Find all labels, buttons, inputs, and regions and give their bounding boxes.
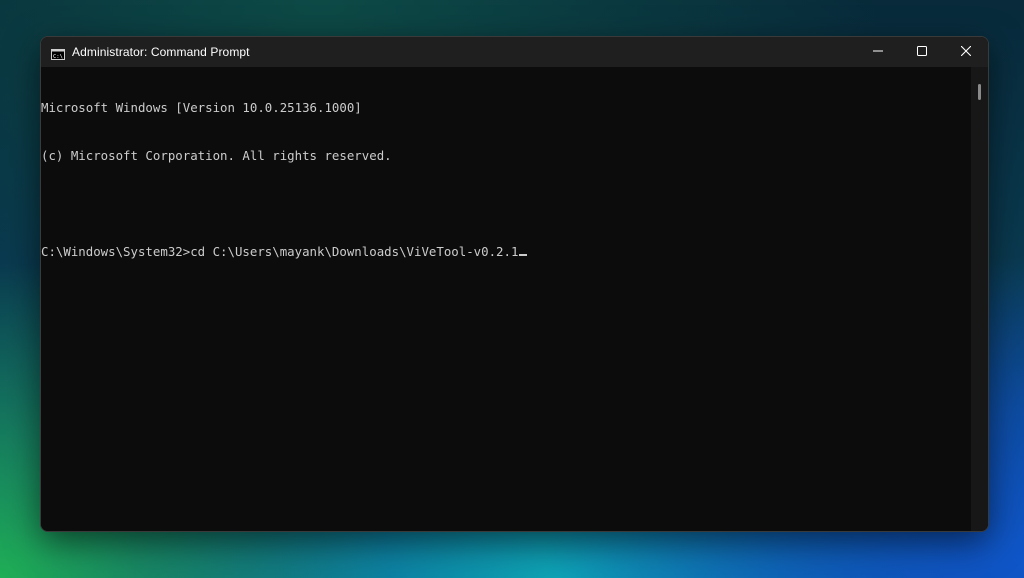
vertical-scrollbar[interactable] — [971, 67, 988, 531]
command-input-text: C:\Windows\System32>cd C:\Users\mayank\D… — [41, 244, 519, 259]
svg-text:C:\: C:\ — [53, 54, 63, 60]
minimize-button[interactable] — [856, 37, 900, 67]
text-cursor — [519, 254, 528, 256]
command-line: C:\Windows\System32>cd C:\Users\mayank\D… — [41, 244, 971, 260]
command-prompt-window: C:\ Administrator: Command Prompt Micros… — [40, 36, 989, 532]
close-button[interactable] — [944, 37, 988, 67]
command-prompt-icon: C:\ — [51, 47, 65, 60]
maximize-button[interactable] — [900, 37, 944, 67]
terminal-line: (c) Microsoft Corporation. All rights re… — [41, 148, 392, 163]
minimize-icon — [873, 43, 883, 61]
window-controls — [856, 37, 988, 67]
window-title: Administrator: Command Prompt — [72, 45, 250, 59]
close-icon — [960, 43, 972, 61]
title-bar[interactable]: C:\ Administrator: Command Prompt — [41, 37, 988, 67]
terminal-line: Microsoft Windows [Version 10.0.25136.10… — [41, 100, 362, 115]
terminal-output[interactable]: Microsoft Windows [Version 10.0.25136.10… — [41, 67, 971, 531]
maximize-icon — [917, 43, 927, 61]
scrollbar-thumb[interactable] — [978, 84, 981, 100]
